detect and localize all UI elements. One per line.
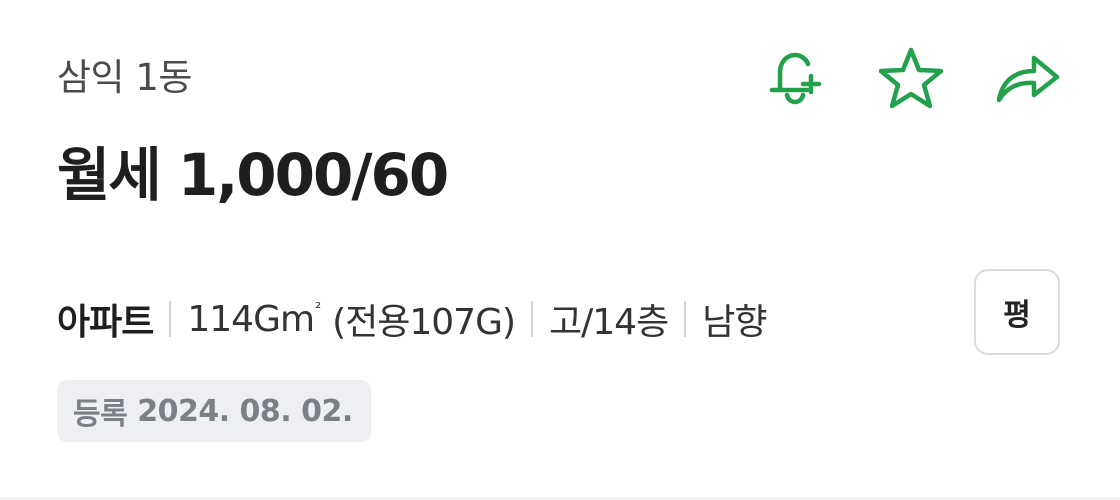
registration-label: 등록 — [73, 397, 128, 432]
share-icon — [996, 55, 1060, 103]
star-icon — [878, 47, 944, 109]
price-title: 월세 1,000/60 — [57, 141, 449, 209]
supply-area: 114Gm² — [187, 298, 321, 340]
spec-line: 아파트 114Gm² (전용107G) 고/14층 남향 — [57, 288, 767, 350]
pyeong-toggle-button[interactable]: 평 — [974, 269, 1060, 355]
area-unit-superscript: ² — [315, 298, 321, 317]
alert-button[interactable] — [758, 42, 830, 114]
share-button[interactable] — [992, 42, 1064, 114]
bell-plus-icon — [769, 52, 822, 105]
supply-area-value: 114G — [187, 298, 281, 340]
divider — [531, 301, 534, 337]
floor-info: 고/14층 — [549, 302, 669, 343]
complex-name: 삼익 1동 — [57, 56, 192, 99]
exclusive-area: (전용107G) — [332, 302, 516, 343]
property-type: 아파트 — [57, 302, 154, 343]
divider — [684, 301, 687, 337]
divider — [169, 301, 172, 337]
area-unit: m — [279, 298, 315, 340]
direction: 남향 — [702, 302, 767, 343]
favorite-button[interactable] — [875, 42, 947, 114]
listing-header: 삼익 1동 월세 1,000/60 아파트 114Gm² (전용107G) 고/… — [0, 0, 1120, 500]
registration-badge: 등록 2024. 08. 02. — [57, 380, 371, 442]
registration-date: 2024. 08. 02. — [137, 393, 353, 429]
action-bar — [713, 42, 1064, 114]
